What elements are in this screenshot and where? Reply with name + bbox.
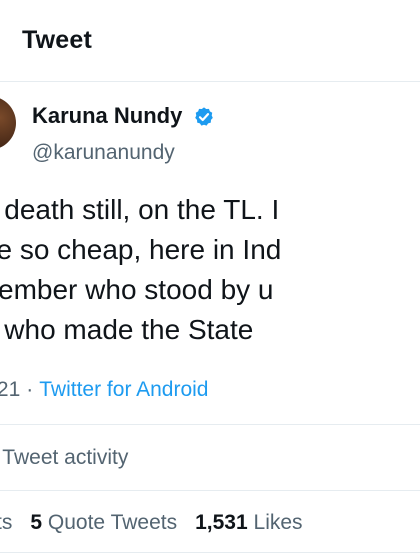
author-handle[interactable]: @karunanundy [32,141,175,165]
divider [0,490,420,491]
view-tweet-activity-link[interactable]: ew Tweet activity [0,446,128,470]
retweets-label: etweets [0,511,13,534]
header-divider [0,81,420,82]
author-name[interactable]: Karuna Nundy [32,103,182,129]
header: Tweet [0,0,420,82]
tweet-meta: 12 Jun 21·Twitter for Android [0,378,209,402]
quote-tweets-count: 5 [30,511,43,534]
likes-label: Likes [253,511,303,534]
divider [0,552,420,553]
tweet-stats: etweets 5 Quote Tweets 1,531 Likes [0,511,321,535]
divider [0,424,420,425]
likes-count: 1,531 [195,511,248,534]
tweet-text-line: those who made the State [0,314,254,345]
meta-separator: · [26,378,34,401]
tweet-date: 12 Jun 21 [0,378,21,401]
tweet-detail-page: Tweet Karuna Nundy @karunanundy much dea… [0,0,420,560]
page-title: Tweet [22,26,92,54]
tweet-text-line: ecome so cheap, here in Ind [0,234,282,265]
tweet-text-line: much death still, on the TL. I [0,194,280,225]
tweet-source-link[interactable]: Twitter for Android [39,378,208,401]
tweet-text-line: s remember who stood by u [0,274,274,305]
avatar[interactable] [0,96,16,150]
retweets-stat[interactable]: etweets [0,511,12,534]
quote-tweets-stat[interactable]: 5 Quote Tweets [30,511,177,534]
quote-tweets-label: Quote Tweets [47,511,178,534]
tweet-text: much death still, on the TL. I ecome so … [0,190,420,350]
likes-stat[interactable]: 1,531 Likes [195,511,302,534]
verified-badge-icon [195,107,213,126]
